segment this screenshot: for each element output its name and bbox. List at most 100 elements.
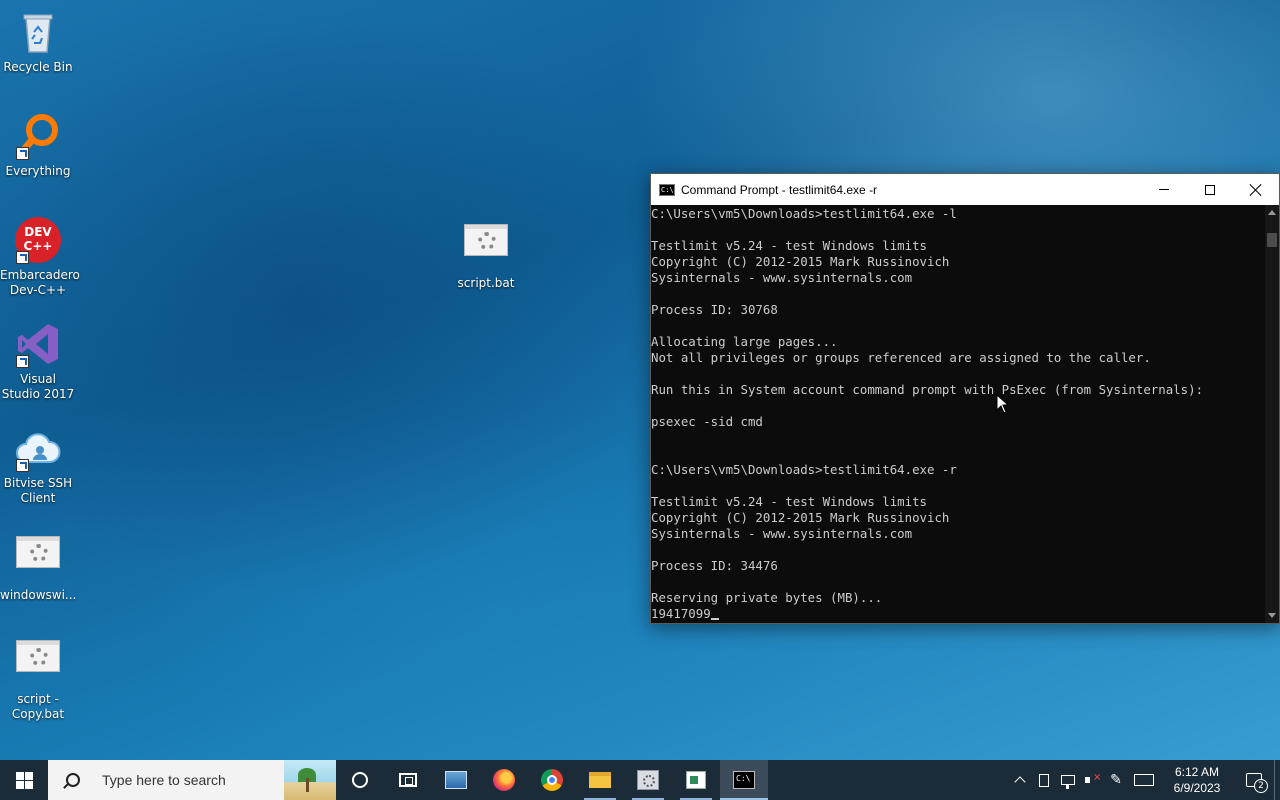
scrollbar-thumb[interactable] [1267, 233, 1277, 247]
show-hidden-icons-button[interactable] [1008, 760, 1032, 800]
chrome-icon [541, 769, 563, 791]
close-button[interactable] [1233, 174, 1279, 205]
cortana-button[interactable] [336, 760, 384, 800]
show-desktop-button[interactable] [1274, 760, 1280, 800]
pen-icon: ✎ [1110, 772, 1122, 788]
taskbar-app-command-prompt[interactable]: C:\ [720, 760, 768, 800]
command-prompt-icon: C:\ [733, 771, 755, 789]
taskbar-app-settings-tool[interactable] [624, 760, 672, 800]
folder-icon [589, 772, 611, 788]
window-title: Command Prompt - testlimit64.exe -r [681, 182, 878, 197]
vertical-scrollbar[interactable] [1265, 205, 1279, 623]
clock-time: 6:12 AM [1174, 765, 1220, 779]
minimize-button[interactable] [1141, 174, 1187, 205]
console-line-text: Process ID: 34476 [651, 558, 778, 573]
task-view-icon [399, 773, 417, 787]
scroll-up-arrow-icon[interactable] [1268, 210, 1276, 215]
console-line-text: Sysinternals - www.sysinternals.com [651, 270, 913, 285]
minimize-icon [1159, 189, 1169, 190]
desktop-icon-script-bat[interactable]: script.bat [448, 216, 524, 291]
console-line: Process ID: 34476 [651, 558, 1266, 574]
console-line-text: Process ID: 30768 [651, 302, 778, 317]
windows-logo-icon [15, 771, 33, 789]
devcpp-icon: DEV C++ [14, 216, 62, 264]
desktop-icon-devcpp[interactable]: DEV C++ Embarcadero Dev-C++ [0, 216, 80, 298]
desktop-icon-script-copy[interactable]: script - Copy.bat [0, 632, 76, 722]
console-line: Copyright (C) 2012-2015 Mark Russinovich [651, 510, 1266, 526]
console-line: Sysinternals - www.sysinternals.com [651, 526, 1266, 542]
shortcut-arrow-icon [16, 459, 29, 472]
desktop-icon-visual-studio[interactable]: Visual Studio 2017 [0, 320, 76, 402]
console-line-text: Sysinternals - www.sysinternals.com [651, 526, 913, 541]
network-icon [1061, 775, 1075, 789]
notification-count-badge: 2 [1254, 779, 1268, 793]
desktop-icon-windowswi[interactable]: windowswi... [0, 528, 76, 603]
desktop-icon-label: Bitvise SSH Client [3, 476, 73, 505]
keyboard-icon [1134, 774, 1154, 786]
console-line-text: 19417099 [651, 606, 711, 621]
desktop-icon-label: Embarcadero Dev-C++ [0, 268, 80, 297]
desktop-icon-label: Everything [5, 164, 71, 178]
task-view-button[interactable] [384, 760, 432, 800]
console-line: Testlimit v5.24 - test Windows limits [651, 238, 1266, 254]
taskbar-app-firefox[interactable] [480, 760, 528, 800]
devcpp-logo-text: DEV C++ [23, 225, 53, 253]
network-app-icon [445, 771, 467, 789]
volume-muted-icon [1085, 772, 1101, 786]
tray-device-button[interactable] [1032, 760, 1056, 800]
everything-search-icon [14, 112, 62, 160]
bitvise-cloud-icon [14, 424, 62, 472]
console-line: Testlimit v5.24 - test Windows limits [651, 494, 1266, 510]
batch-file-icon [14, 640, 62, 688]
shortcut-arrow-icon [16, 147, 29, 160]
taskbar-app-registry[interactable] [672, 760, 720, 800]
console-line-text: Copyright (C) 2012-2015 Mark Russinovich [651, 510, 950, 525]
tray-volume-button[interactable] [1080, 760, 1104, 800]
gear-app-icon [637, 770, 659, 790]
shortcut-arrow-icon [16, 251, 29, 264]
desktop-icon-recycle-bin[interactable]: Recycle Bin [0, 8, 76, 75]
start-button[interactable] [0, 760, 48, 800]
taskbar-search-box[interactable]: Type here to search [48, 760, 336, 800]
taskbar-clock[interactable]: 6:12 AM 6/9/2023 [1160, 764, 1234, 796]
console-line: C:\Users\vm5\Downloads>testlimit64.exe -… [651, 462, 1266, 478]
action-center-button[interactable]: 2 [1234, 760, 1274, 800]
search-icon [66, 773, 80, 787]
desktop-icon-label: script.bat [457, 276, 515, 290]
maximize-button[interactable] [1187, 174, 1233, 205]
console-line-text: Not all privileges or groups referenced … [651, 350, 1151, 365]
taskbar-app-network[interactable] [432, 760, 480, 800]
scroll-down-arrow-icon[interactable] [1268, 613, 1276, 618]
chevron-up-icon [1014, 776, 1026, 788]
console-line-text: Reserving private bytes (MB)... [651, 590, 883, 605]
cmd-icon: C:\ [659, 183, 675, 196]
clock-date: 6/9/2023 [1173, 781, 1221, 795]
console-line: Process ID: 30768 [651, 302, 1266, 318]
desktop-icon-everything[interactable]: Everything [0, 112, 76, 179]
console-line: C:\Users\vm5\Downloads>testlimit64.exe -… [651, 206, 1266, 222]
console-output[interactable]: C:\Users\vm5\Downloads>testlimit64.exe -… [651, 205, 1266, 623]
desktop-icon-label: Recycle Bin [3, 60, 73, 74]
desktop-icon-bitvise[interactable]: Bitvise SSH Client [0, 424, 76, 506]
batch-file-icon [14, 536, 62, 584]
device-icon [1039, 773, 1049, 787]
tray-pen-button[interactable]: ✎ [1104, 760, 1128, 800]
console-line: Reserving private bytes (MB)... [651, 590, 1266, 606]
taskbar-app-chrome[interactable] [528, 760, 576, 800]
command-prompt-window[interactable]: C:\ Command Prompt - testlimit64.exe -r … [650, 173, 1280, 624]
search-highlight-image [284, 760, 336, 800]
taskbar-app-file-explorer[interactable] [576, 760, 624, 800]
console-line-text: C:\Users\vm5\Downloads>testlimit64.exe -… [651, 206, 957, 221]
window-titlebar[interactable]: C:\ Command Prompt - testlimit64.exe -r [651, 174, 1279, 205]
touch-keyboard-button[interactable] [1128, 760, 1160, 800]
tray-network-button[interactable] [1056, 760, 1080, 800]
system-tray: ✎ 6:12 AM 6/9/2023 2 [1008, 760, 1280, 800]
